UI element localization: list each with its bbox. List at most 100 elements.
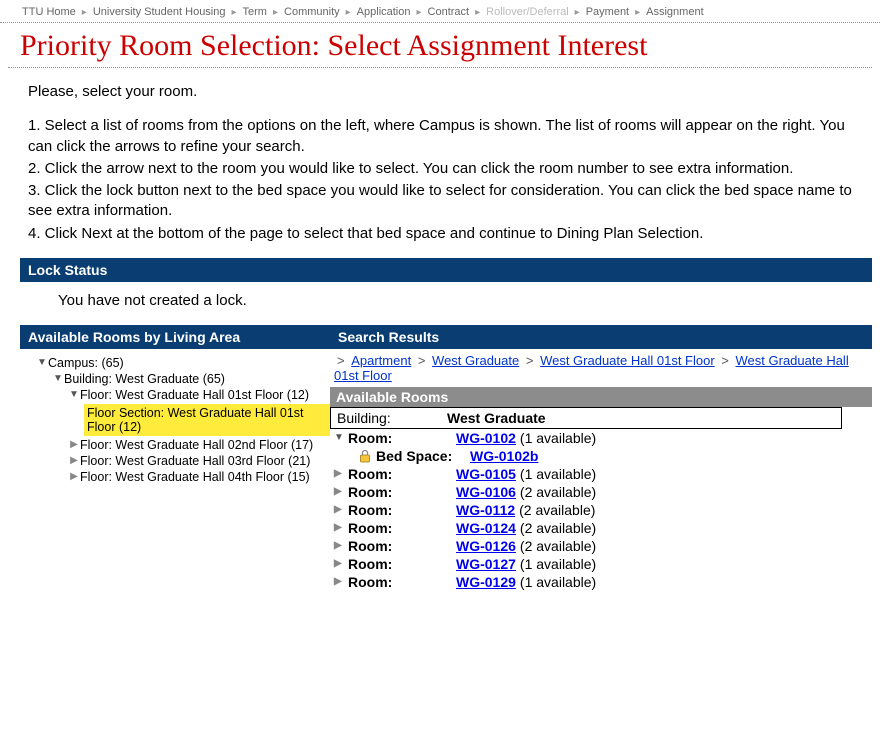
- room-label: Room:: [348, 430, 456, 446]
- room-row: Room:WG-0106 (2 available): [330, 483, 872, 501]
- tree-floor-1[interactable]: Floor: West Graduate Hall 01st Floor (12…: [20, 387, 330, 403]
- room-row: Room:WG-0126 (2 available): [330, 537, 872, 555]
- tree-label: Building: West Graduate (65): [64, 372, 225, 386]
- lock-status-header: Lock Status: [20, 258, 872, 282]
- expand-icon[interactable]: [334, 468, 348, 479]
- expand-icon[interactable]: [334, 576, 348, 587]
- breadcrumb-link[interactable]: Application: [357, 6, 411, 18]
- room-label: Room:: [348, 502, 456, 518]
- instruction-step: 4. Click Next at the bottom of the page …: [28, 224, 852, 244]
- breadcrumb-link[interactable]: Community: [284, 6, 340, 18]
- breadcrumb-link[interactable]: TTU Home: [22, 6, 76, 18]
- expand-icon[interactable]: [334, 486, 348, 497]
- building-label: Building:: [337, 410, 447, 426]
- room-link[interactable]: WG-0127: [456, 556, 516, 572]
- room-row: Room:WG-0102 (1 available): [330, 429, 872, 447]
- lock-icon[interactable]: [358, 449, 372, 463]
- room-label: Room:: [348, 484, 456, 500]
- bed-space-row: Bed Space:WG-0102b: [330, 447, 872, 465]
- tree-floor-3[interactable]: Floor: West Graduate Hall 03rd Floor (21…: [20, 453, 330, 469]
- availability-text: (1 available): [520, 430, 596, 446]
- expand-icon[interactable]: [334, 522, 348, 533]
- room-label: Room:: [348, 574, 456, 590]
- expand-icon[interactable]: [68, 471, 80, 482]
- chevron-right-icon: ▸: [575, 7, 580, 18]
- instruction-step: 2. Click the arrow next to the room you …: [28, 159, 852, 179]
- chevron-right-icon: ▸: [635, 7, 640, 18]
- expand-icon[interactable]: [334, 540, 348, 551]
- instructions-block: Please, select your room. 1. Select a li…: [0, 82, 880, 244]
- instruction-step: 3. Click the lock button next to the bed…: [28, 181, 852, 222]
- room-row: Room:WG-0105 (1 available): [330, 465, 872, 483]
- available-rooms-header: Available Rooms: [330, 387, 872, 407]
- tree-label: Floor: West Graduate Hall 02nd Floor (17…: [80, 438, 313, 452]
- availability-text: (2 available): [519, 502, 595, 518]
- room-link[interactable]: WG-0105: [456, 466, 516, 482]
- expand-icon[interactable]: [334, 558, 348, 569]
- building-row: Building: West Graduate: [330, 407, 842, 429]
- availability-text: (2 available): [520, 520, 596, 536]
- tree-floor-4[interactable]: Floor: West Graduate Hall 04th Floor (15…: [20, 469, 330, 485]
- instruction-step: 1. Select a list of rooms from the optio…: [28, 116, 852, 157]
- expand-icon[interactable]: [68, 389, 80, 400]
- room-row: Room:WG-0129 (1 available): [330, 573, 872, 591]
- tree-label: Floor: West Graduate Hall 01st Floor (12…: [80, 388, 309, 402]
- results-crumb-link[interactable]: West Graduate: [432, 353, 519, 368]
- room-label: Room:: [348, 520, 456, 536]
- tree-building[interactable]: Building: West Graduate (65): [20, 371, 330, 387]
- expand-icon[interactable]: [68, 455, 80, 466]
- breadcrumb-link[interactable]: Assignment: [646, 6, 703, 18]
- availability-text: (2 available): [520, 484, 596, 500]
- tree-floor-section-selected[interactable]: Floor Section: West Graduate Hall 01st F…: [20, 403, 330, 437]
- chevron-right-icon: ▸: [232, 7, 237, 18]
- room-row: Room:WG-0127 (1 available): [330, 555, 872, 573]
- availability-text: (1 available): [520, 466, 596, 482]
- room-tree: Campus: (65) Building: West Graduate (65…: [20, 349, 330, 491]
- lock-status-text: You have not created a lock.: [0, 282, 880, 325]
- chevron-right-icon: ▸: [475, 7, 480, 18]
- bed-space-link[interactable]: WG-0102b: [470, 448, 538, 464]
- left-column-header: Available Rooms by Living Area: [20, 325, 330, 349]
- results-breadcrumb: > Apartment > West Graduate > West Gradu…: [330, 349, 872, 383]
- tree-label: Floor: West Graduate Hall 04th Floor (15…: [80, 470, 310, 484]
- results-crumb-link[interactable]: Apartment: [351, 353, 411, 368]
- intro-text: Please, select your room.: [28, 82, 852, 102]
- room-link[interactable]: WG-0112: [456, 502, 515, 518]
- room-row: Room:WG-0124 (2 available): [330, 519, 872, 537]
- expand-icon[interactable]: [334, 432, 348, 443]
- tree-campus[interactable]: Campus: (65): [20, 355, 330, 371]
- breadcrumb-link[interactable]: Term: [243, 6, 267, 18]
- expand-icon[interactable]: [36, 357, 48, 368]
- expand-icon[interactable]: [52, 373, 64, 384]
- breadcrumb-link: Rollover/Deferral: [486, 6, 569, 18]
- room-label: Room:: [348, 466, 456, 482]
- room-row: Room:WG-0112 (2 available): [330, 501, 872, 519]
- room-link[interactable]: WG-0102: [456, 430, 516, 446]
- room-link[interactable]: WG-0106: [456, 484, 516, 500]
- breadcrumb-link[interactable]: University Student Housing: [93, 6, 226, 18]
- availability-text: (1 available): [520, 574, 596, 590]
- bed-space-label: Bed Space:: [376, 448, 470, 464]
- right-column-header: Search Results: [330, 325, 872, 349]
- breadcrumb-link[interactable]: Payment: [586, 6, 629, 18]
- tree-label: Campus: (65): [48, 356, 124, 370]
- room-label: Room:: [348, 556, 456, 572]
- page-title: Priority Room Selection: Select Assignme…: [20, 29, 880, 63]
- room-link[interactable]: WG-0126: [456, 538, 516, 554]
- room-link[interactable]: WG-0124: [456, 520, 516, 536]
- divider: [8, 67, 872, 68]
- expand-icon[interactable]: [334, 504, 348, 515]
- results-crumb-link[interactable]: West Graduate Hall 01st Floor: [540, 353, 715, 368]
- availability-text: (2 available): [520, 538, 596, 554]
- availability-text: (1 available): [520, 556, 596, 572]
- chevron-right-icon: ▸: [82, 7, 87, 18]
- expand-icon[interactable]: [68, 439, 80, 450]
- tree-floor-2[interactable]: Floor: West Graduate Hall 02nd Floor (17…: [20, 437, 330, 453]
- room-link[interactable]: WG-0129: [456, 574, 516, 590]
- tree-label-highlight: Floor Section: West Graduate Hall 01st F…: [84, 404, 330, 436]
- chevron-right-icon: ▸: [417, 7, 422, 18]
- breadcrumb: TTU Home ▸ University Student Housing ▸ Term…: [0, 0, 880, 23]
- breadcrumb-link[interactable]: Contract: [428, 6, 470, 18]
- chevron-right-icon: ▸: [346, 7, 351, 18]
- tree-label: Floor: West Graduate Hall 03rd Floor (21…: [80, 454, 310, 468]
